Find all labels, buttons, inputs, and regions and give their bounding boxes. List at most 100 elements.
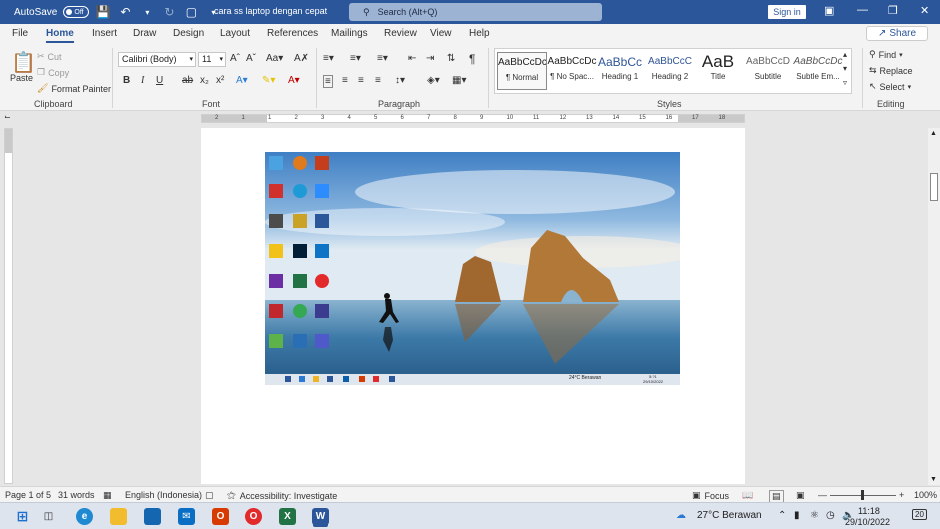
- web-layout-icon[interactable]: ▣: [796, 490, 805, 501]
- tab-review[interactable]: Review: [384, 28, 417, 39]
- format-painter-button[interactable]: 🖌 Format Painter: [37, 83, 111, 94]
- word-icon[interactable]: W: [312, 508, 329, 525]
- font-name-select[interactable]: Calibri (Body) ▾: [118, 52, 196, 67]
- italic-icon[interactable]: I: [141, 75, 144, 86]
- tab-draw[interactable]: Draw: [133, 28, 156, 39]
- align-right-icon[interactable]: ≡: [358, 75, 364, 86]
- clear-formatting-icon[interactable]: A✗: [294, 53, 309, 64]
- edge-icon[interactable]: e: [76, 508, 93, 525]
- style-subtitle[interactable]: AaBbCcD Subtitle: [743, 52, 793, 90]
- increase-indent-icon[interactable]: ⇥: [426, 53, 434, 64]
- tab-design[interactable]: Design: [173, 28, 204, 39]
- copy-button[interactable]: ❐ Copy: [37, 67, 69, 78]
- store-icon[interactable]: [144, 508, 161, 525]
- chevron-down-icon[interactable]: ▾: [139, 4, 155, 20]
- grow-font-icon[interactable]: Aˆ: [230, 53, 240, 64]
- style-subtle-emphasis[interactable]: AaBbCcDc Subtle Em...: [793, 52, 843, 90]
- style-no-spacing[interactable]: AaBbCcDc ¶ No Spac...: [547, 52, 597, 90]
- undo-icon[interactable]: ↶: [117, 4, 133, 20]
- superscript-icon[interactable]: x²: [216, 75, 224, 86]
- zoom-slider-thumb[interactable]: [861, 490, 864, 500]
- vertical-ruler[interactable]: [4, 128, 13, 484]
- excel-icon[interactable]: X: [279, 508, 296, 525]
- tab-help[interactable]: Help: [469, 28, 490, 39]
- underline-icon[interactable]: U: [156, 75, 163, 86]
- minimize-icon[interactable]: —: [857, 4, 868, 16]
- subscript-icon[interactable]: x₂: [200, 75, 209, 86]
- shrink-font-icon[interactable]: Aˇ: [246, 53, 256, 64]
- taskbar-time[interactable]: 11:18: [858, 506, 880, 516]
- taskbar-date[interactable]: 29/10/2022: [845, 517, 890, 527]
- save-icon[interactable]: 💾: [95, 4, 111, 20]
- cut-button[interactable]: ✂ Cut: [37, 51, 62, 62]
- style-heading-2[interactable]: AaBbCcC Heading 2: [645, 52, 695, 90]
- shading-icon[interactable]: ◈▾: [427, 75, 440, 86]
- tab-home[interactable]: Home: [46, 28, 74, 43]
- proofing-icon[interactable]: ▦: [103, 490, 112, 501]
- bullets-icon[interactable]: ≡▾: [323, 53, 334, 64]
- restore-icon[interactable]: ❐: [888, 4, 898, 17]
- taskbar-weather[interactable]: 27°C Berawan: [697, 510, 762, 521]
- style-title[interactable]: AaB Title: [693, 52, 743, 90]
- highlight-icon[interactable]: ✎▾: [262, 75, 275, 86]
- decrease-indent-icon[interactable]: ⇤: [408, 53, 416, 64]
- opera-icon[interactable]: O: [245, 508, 262, 525]
- read-mode-icon[interactable]: 📖: [742, 490, 753, 501]
- tab-selector-icon[interactable]: ⌙: [0, 112, 15, 124]
- search-input[interactable]: ⚲ Search (Alt+Q): [349, 3, 602, 21]
- line-spacing-icon[interactable]: ↕▾: [395, 75, 405, 86]
- paste-button[interactable]: Paste: [10, 73, 33, 83]
- windows-start-icon[interactable]: ⊞: [14, 508, 31, 525]
- tab-references[interactable]: References: [267, 28, 318, 39]
- language-indicator[interactable]: English (Indonesia): [125, 490, 202, 500]
- tab-mailings[interactable]: Mailings: [331, 28, 368, 39]
- scroll-down-icon[interactable]: ▼: [930, 476, 937, 483]
- font-color-icon[interactable]: A▾: [288, 75, 300, 86]
- tray-chevron-icon[interactable]: ⌃: [778, 510, 786, 521]
- tab-insert[interactable]: Insert: [92, 28, 117, 39]
- office-icon[interactable]: O: [212, 508, 229, 525]
- align-center-icon[interactable]: ≡: [342, 75, 348, 86]
- pilcrow-icon[interactable]: ¶: [469, 52, 475, 66]
- tab-view[interactable]: View: [430, 28, 452, 39]
- style-heading-1[interactable]: AaBbCc Heading 1: [595, 52, 645, 90]
- bold-icon[interactable]: B: [123, 75, 130, 86]
- weather-icon[interactable]: ☁: [676, 510, 686, 521]
- sign-in-button[interactable]: Sign in: [768, 5, 806, 19]
- redo-icon[interactable]: ↻: [161, 4, 177, 20]
- zoom-level[interactable]: 100%: [914, 490, 937, 500]
- battery-icon[interactable]: ▮: [794, 510, 800, 521]
- tab-file[interactable]: File: [12, 28, 28, 39]
- touch-mode-icon[interactable]: ▢: [183, 4, 199, 20]
- styles-scroll-down-icon[interactable]: ▾: [843, 64, 847, 73]
- globe-icon[interactable]: ◷: [826, 510, 835, 521]
- multilevel-list-icon[interactable]: ≡▾: [377, 53, 388, 64]
- tab-layout[interactable]: Layout: [220, 28, 250, 39]
- sort-icon[interactable]: ⇅: [447, 53, 455, 64]
- zoom-out-icon[interactable]: —: [818, 490, 827, 500]
- autosave-toggle[interactable]: Off: [63, 6, 90, 18]
- notification-badge[interactable]: 20: [912, 509, 927, 520]
- file-explorer-icon[interactable]: [110, 508, 127, 525]
- select-button[interactable]: ↖ Select ▾: [869, 81, 911, 92]
- horizontal-ruler[interactable]: 2 1 1 2 3 4 5 6 7 8 9 10 11 12 13 14 15 16 17 18: [201, 114, 745, 123]
- find-button[interactable]: ⚲ Find ▾: [869, 49, 903, 60]
- text-predictions-icon[interactable]: ▢: [205, 490, 214, 501]
- zoom-in-icon[interactable]: +: [899, 490, 904, 500]
- accessibility-status[interactable]: ⚝ Accessibility: Investigate: [227, 490, 337, 501]
- font-size-select[interactable]: 11 ▾: [198, 52, 226, 67]
- word-count[interactable]: 31 words: [58, 490, 95, 500]
- align-left-icon[interactable]: ≡: [323, 75, 333, 88]
- styles-scroll-up-icon[interactable]: ▴: [843, 50, 847, 59]
- scroll-up-icon[interactable]: ▲: [930, 130, 937, 137]
- justify-icon[interactable]: ≡: [375, 75, 381, 86]
- styles-expand-icon[interactable]: ▿: [843, 78, 847, 87]
- ribbon-display-icon[interactable]: ▣: [824, 4, 834, 17]
- desktop-screenshot-image[interactable]: 24°C Berawan 5:?1 29/10/2022: [265, 152, 680, 385]
- strikethrough-icon[interactable]: ab: [182, 75, 193, 86]
- borders-icon[interactable]: ▦▾: [452, 75, 466, 86]
- style-normal[interactable]: AaBbCcDc ¶ Normal: [497, 52, 547, 90]
- wifi-icon[interactable]: ⚛: [810, 510, 819, 521]
- task-view-icon[interactable]: ◫: [40, 508, 57, 525]
- vertical-scrollbar[interactable]: ▲ ▼: [928, 128, 940, 485]
